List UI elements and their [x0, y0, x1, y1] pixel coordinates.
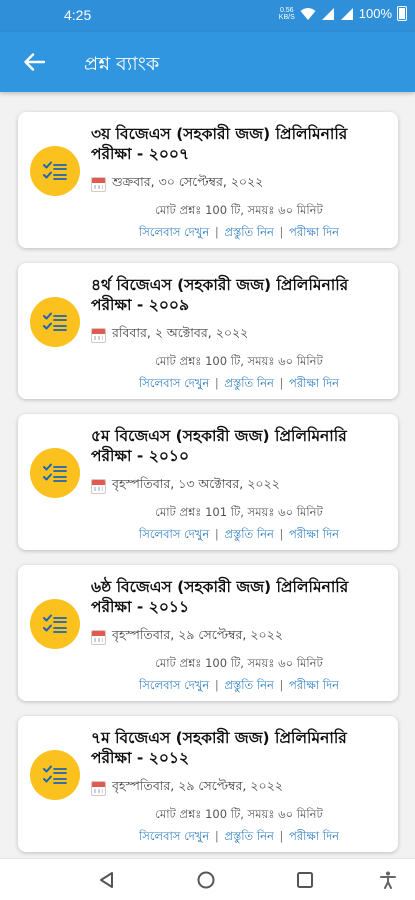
exam-date-text: বৃহস্পতিবার, ২৯ সেপ্টেম্বর, ২০২২: [112, 627, 283, 642]
exam-date: বৃহস্পতিবার, ২৯ সেপ্টেম্বর, ২০২২: [91, 627, 283, 647]
separator: |: [211, 376, 223, 390]
exam-date: শুক্রবার, ৩০ সেপ্টেম্বর, ২০২২: [91, 174, 263, 194]
separator: |: [211, 225, 223, 239]
exam-actions: সিলেবাস দেখুন | প্রস্তুতি নিন | পরীক্ষা …: [91, 375, 387, 394]
app-bar: প্রশ্ন ব্যাংক: [0, 32, 415, 92]
exam-title: ৩য় বিজেএস (সহকারী জজ) প্রিলিমিনারি পরীক…: [91, 125, 348, 163]
battery-percent: 100%: [358, 6, 392, 21]
exam-meta: মোট প্রশ্নঃ 101 টি, সময়ঃ ৬০ মিনিট: [155, 505, 323, 519]
calendar-icon: [91, 176, 106, 192]
prepare-link[interactable]: প্রস্তুতি নিন: [224, 376, 273, 390]
status-bar: 4:25 0.56 KB/S 100%: [0, 0, 415, 32]
exam-date: রবিবার, ২ অক্টোবর, ২০২২: [91, 325, 248, 345]
exam-title: ৬ষ্ঠ বিজেএস (সহকারী জজ) প্রিলিমিনারি পরী…: [91, 578, 349, 616]
exam-date-text: বৃহস্পতিবার, ১৩ অক্টোবর, ২০২২: [112, 476, 280, 491]
calendar-icon: [91, 327, 106, 343]
separator: |: [275, 376, 288, 390]
page-title: প্রশ্ন ব্যাংক: [84, 53, 160, 75]
exam-meta: মোট প্রশ্নঃ 100 টি, সময়ঃ ৬০ মিনিট: [155, 354, 323, 368]
separator: |: [275, 225, 288, 239]
calendar-icon: [91, 780, 106, 796]
exam-card[interactable]: ৪র্থ বিজেএস (সহকারী জজ) প্রিলিমিনারি পরী…: [18, 263, 398, 399]
calendar-icon: [91, 478, 106, 494]
separator: |: [275, 678, 288, 692]
separator: |: [211, 829, 223, 843]
recents-square-icon[interactable]: [295, 870, 315, 890]
exam-meta: মোট প্রশ্নঃ 100 টি, সময়ঃ ৬০ মিনিট: [155, 807, 323, 821]
exam-actions: সিলেবাস দেখুন | প্রস্তুতি নিন | পরীক্ষা …: [91, 828, 387, 847]
separator: |: [275, 527, 288, 541]
exam-meta: মোট প্রশ্নঃ 100 টি, সময়ঃ ৬০ মিনিট: [155, 203, 323, 217]
home-circle-icon[interactable]: [196, 870, 216, 890]
signal-icon-2: [340, 7, 353, 20]
exam-card[interactable]: ৩য় বিজেএস (সহকারী জজ) প্রিলিমিনারি পরীক…: [18, 112, 398, 248]
exam-card[interactable]: ৬ষ্ঠ বিজেএস (সহকারী জজ) প্রিলিমিনারি পরী…: [18, 565, 398, 701]
prepare-link[interactable]: প্রস্তুতি নিন: [224, 225, 273, 239]
view-syllabus-link[interactable]: সিলেবাস দেখুন: [139, 527, 209, 541]
calendar-icon: [91, 629, 106, 645]
take-exam-link[interactable]: পরীক্ষা দিন: [289, 829, 339, 843]
arrow-back-icon: [24, 53, 45, 71]
separator: |: [211, 527, 223, 541]
signal-icon: [321, 7, 334, 20]
view-syllabus-link[interactable]: সিলেবাস দেখুন: [139, 678, 209, 692]
exam-meta: মোট প্রশ্নঃ 100 টি, সময়ঃ ৬০ মিনিট: [155, 656, 323, 670]
checklist-icon: [30, 146, 80, 196]
separator: |: [211, 678, 223, 692]
take-exam-link[interactable]: পরীক্ষা দিন: [289, 527, 339, 541]
take-exam-link[interactable]: পরীক্ষা দিন: [289, 225, 339, 239]
prepare-link[interactable]: প্রস্তুতি নিন: [224, 829, 273, 843]
exam-date: বৃহস্পতিবার, ২৯ সেপ্টেম্বর, ২০২২: [91, 778, 283, 798]
exam-card[interactable]: ৫ম বিজেএস (সহকারী জজ) প্রিলিমিনারি পরীক্…: [18, 414, 398, 550]
exam-date-text: বৃহস্পতিবার, ২৯ সেপ্টেম্বর, ২০২২: [112, 778, 283, 793]
status-icons: 0.56 KB/S 100%: [279, 6, 407, 21]
exam-title: ৪র্থ বিজেএস (সহকারী জজ) প্রিলিমিনারি পরী…: [91, 276, 349, 314]
question-bank-list[interactable]: ৩য় বিজেএস (সহকারী জজ) প্রিলিমিনারি পরীক…: [0, 92, 415, 858]
view-syllabus-link[interactable]: সিলেবাস দেখুন: [139, 829, 209, 843]
view-syllabus-link[interactable]: সিলেবাস দেখুন: [139, 376, 209, 390]
checklist-icon: [30, 599, 80, 649]
take-exam-link[interactable]: পরীক্ষা দিন: [289, 376, 339, 390]
exam-date-text: রবিবার, ২ অক্টোবর, ২০২২: [112, 325, 249, 340]
take-exam-link[interactable]: পরীক্ষা দিন: [289, 678, 339, 692]
accessibility-icon[interactable]: [378, 870, 398, 890]
network-speed: 0.56 KB/S: [278, 6, 295, 21]
back-button[interactable]: [18, 46, 50, 78]
battery-icon: [397, 6, 407, 21]
wifi-icon: [300, 7, 316, 20]
exam-actions: সিলেবাস দেখুন | প্রস্তুতি নিন | পরীক্ষা …: [91, 526, 387, 545]
exam-date-text: শুক্রবার, ৩০ সেপ্টেম্বর, ২০২২: [112, 174, 264, 189]
exam-actions: সিলেবাস দেখুন | প্রস্তুতি নিন | পরীক্ষা …: [91, 224, 387, 243]
prepare-link[interactable]: প্রস্তুতি নিন: [224, 527, 273, 541]
checklist-icon: [30, 448, 80, 498]
exam-title: ৭ম বিজেএস (সহকারী জজ) প্রিলিমিনারি পরীক্…: [91, 729, 347, 767]
back-triangle-icon[interactable]: [97, 870, 117, 890]
checklist-icon: [30, 750, 80, 800]
exam-date: বৃহস্পতিবার, ১৩ অক্টোবর, ২০২২: [91, 476, 280, 496]
separator: |: [275, 829, 288, 843]
status-time: 4:25: [64, 7, 92, 23]
prepare-link[interactable]: প্রস্তুতি নিন: [224, 678, 273, 692]
view-syllabus-link[interactable]: সিলেবাস দেখুন: [139, 225, 209, 239]
system-navigation-bar: [0, 858, 415, 900]
exam-title: ৫ম বিজেএস (সহকারী জজ) প্রিলিমিনারি পরীক্…: [91, 427, 347, 465]
checklist-icon: [30, 297, 80, 347]
exam-card[interactable]: ৭ম বিজেএস (সহকারী জজ) প্রিলিমিনারি পরীক্…: [18, 716, 398, 852]
exam-actions: সিলেবাস দেখুন | প্রস্তুতি নিন | পরীক্ষা …: [91, 677, 387, 696]
